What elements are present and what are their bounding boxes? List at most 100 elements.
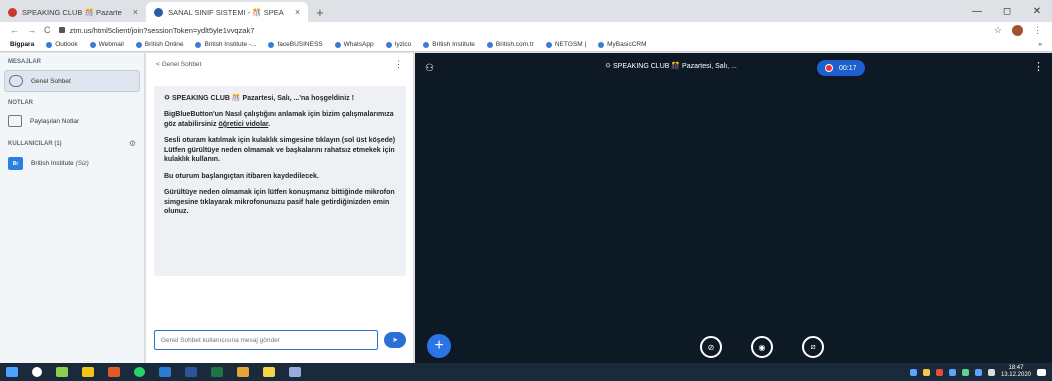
user-list-item[interactable]: Br British Institute (Siz) (4, 153, 140, 174)
tutorial-text: BigBlueButton'un Nasıl çalıştığını anlam… (164, 111, 394, 128)
bookmark-favicon-icon (268, 41, 275, 48)
users-section-header: KULLANICILAR (1) ⚙ (0, 133, 144, 151)
tray-app-icon[interactable] (935, 368, 943, 376)
tab-favicon-icon (154, 7, 164, 17)
minimize-button[interactable]: — (962, 0, 992, 22)
profile-avatar[interactable] (1012, 24, 1023, 36)
options-menu-icon[interactable]: ⋮ (1033, 60, 1044, 73)
bookmark-item[interactable]: Iyzico (385, 41, 411, 48)
bookmark-item[interactable]: British Online (135, 41, 184, 48)
bookmark-label: faceBUSINESS (277, 41, 323, 48)
chat-back-button[interactable]: < Genel Sohbet (156, 61, 201, 68)
bookmark-label: Outlook (55, 41, 78, 48)
user-self-tag: (Siz) (75, 160, 89, 167)
bookmark-favicon-icon (135, 41, 142, 48)
url-field[interactable]: ztm.us/html5client/join?sessionToken=ydl… (58, 25, 255, 35)
bookmark-item[interactable]: British Institute (423, 41, 475, 48)
user-name: British Institute (Siz) (31, 160, 89, 167)
browser-tab-1[interactable]: SPEAKING CLUB 🎊 Pazarte × (0, 2, 146, 22)
star-icon[interactable]: ☆ (994, 25, 1002, 36)
search-icon[interactable] (32, 367, 42, 377)
tab-favicon-icon (8, 7, 17, 17)
presentation-stage: ⚇ 🌣 SPEAKING CLUB 🎊 Pazartesi, Salı, ...… (415, 53, 1052, 363)
network-icon[interactable] (974, 368, 982, 376)
browser-menu-icon[interactable]: ⋮ (1033, 25, 1042, 36)
bookmark-label: WhatsApp (343, 41, 374, 48)
bookmark-favicon-icon (89, 41, 96, 48)
tray-app-icon[interactable] (961, 368, 969, 376)
new-tab-button[interactable]: + (308, 2, 332, 22)
bookmark-item[interactable]: Outlook (46, 41, 78, 48)
bookmark-item[interactable]: Bigpara (10, 41, 34, 48)
chat-message-input[interactable] (154, 330, 378, 350)
bookmark-item[interactable]: faceBUSINESS (268, 41, 323, 48)
webcam-toggle-button[interactable]: ◉ (751, 336, 773, 358)
notifications-icon[interactable] (1037, 368, 1046, 376)
forward-arrow-icon[interactable]: → (27, 25, 36, 35)
clock-time: 18:47 (1008, 365, 1024, 372)
bookmark-item[interactable]: British Institute -... (195, 41, 256, 48)
bookmark-item[interactable]: Webmail (89, 41, 124, 48)
word-icon[interactable] (185, 367, 197, 377)
lock-icon (58, 27, 65, 33)
recording-indicator[interactable]: 00:17 (817, 60, 865, 76)
bookmark-item[interactable]: MyBasicCRM (598, 41, 647, 48)
windows-taskbar: 18:47 13.12.2020 (0, 363, 1052, 381)
public-chat-item[interactable]: Genel Sohbet (4, 70, 140, 92)
restore-button[interactable]: ◻ (992, 0, 1022, 22)
app-icon[interactable] (289, 367, 301, 377)
edge-icon[interactable] (159, 367, 171, 377)
tutorial-link[interactable]: öğretici vidolar (218, 121, 268, 128)
windows-start-icon[interactable] (6, 367, 18, 377)
tab-close-icon[interactable]: × (133, 7, 138, 17)
actions-plus-button[interactable]: + (427, 334, 451, 358)
bookmarks-bar: Bigpara Outlook Webmail British Online B… (0, 38, 1052, 52)
mute-paragraph: Gürültüye neden olmamak için lütfen konu… (164, 189, 395, 215)
recording-paragraph: Bu oturum başlangıçtan itibaren kaydedil… (164, 172, 319, 180)
audio-toggle-button[interactable]: ⊘ (700, 336, 722, 358)
tray-app-icon[interactable] (909, 368, 917, 376)
reload-icon[interactable]: C (44, 25, 51, 35)
bookmark-item[interactable]: British.com.tr (486, 41, 534, 48)
folder-icon[interactable] (263, 367, 275, 377)
task-view-icon[interactable] (56, 367, 68, 377)
meeting-title: 🌣 SPEAKING CLUB 🎊 Pazartesi, Salı, ... (605, 63, 737, 70)
excel-icon[interactable] (211, 367, 223, 377)
taskbar-clock[interactable]: 18:47 13.12.2020 (1001, 365, 1031, 378)
bookmark-favicon-icon (598, 41, 605, 48)
tray-app-icon[interactable] (948, 368, 956, 376)
user-avatar: Br (8, 157, 23, 170)
bookmark-item[interactable]: WhatsApp (334, 41, 374, 48)
screen: SPEAKING CLUB 🎊 Pazarte × SANAL SINIF SI… (0, 0, 1052, 381)
bookmark-label: British Online (144, 41, 184, 48)
tray-app-icon[interactable] (922, 368, 930, 376)
bookmark-favicon-icon (545, 41, 552, 48)
bookmark-overflow-icon[interactable]: » (1038, 41, 1042, 48)
chat-options-icon[interactable]: ⋮ (394, 59, 403, 70)
shared-notes-item[interactable]: Paylaşılan Notlar (4, 111, 140, 131)
bookmark-label: NETGSM | (554, 41, 587, 48)
public-chat-label: Genel Sohbet (31, 77, 71, 85)
chat-panel: < Genel Sohbet ⋮ 🌣 SPEAKING CLUB 🎊 Pazar… (146, 53, 414, 363)
bookmark-item[interactable]: NETGSM | (545, 41, 587, 48)
notes-icon (8, 115, 22, 127)
chrome-icon[interactable] (237, 367, 249, 377)
user-name-text: British Institute (31, 160, 74, 167)
screenshare-button[interactable]: ⧄ (802, 336, 824, 358)
gear-icon[interactable]: ⚙ (129, 139, 136, 148)
close-window-button[interactable]: ✕ (1022, 0, 1052, 22)
user-list-toggle-icon[interactable]: ⚇ (425, 63, 434, 74)
welcome-line: 🌣 SPEAKING CLUB 🎊 Pazartesi, Salı, ...'n… (164, 95, 354, 102)
browser-tab-2[interactable]: SANAL SINIF SISTEMI - 🎊 SPEA × (146, 2, 309, 22)
back-arrow-icon[interactable]: ← (10, 25, 19, 35)
file-explorer-icon[interactable] (82, 367, 94, 377)
users-section-title: KULLANICILAR (1) (8, 140, 62, 147)
bookmark-label: British Institute -... (204, 41, 257, 48)
whatsapp-icon[interactable] (134, 367, 145, 377)
send-button[interactable]: ➤ (384, 332, 406, 348)
url-text: ztm.us/html5client/join?sessionToken=ydl… (69, 25, 255, 35)
powerpoint-icon[interactable] (108, 367, 120, 377)
volume-icon[interactable] (987, 368, 995, 376)
tab-close-icon[interactable]: × (295, 7, 300, 17)
tab-label: SANAL SINIF SISTEMI - 🎊 SPEA (168, 7, 284, 17)
